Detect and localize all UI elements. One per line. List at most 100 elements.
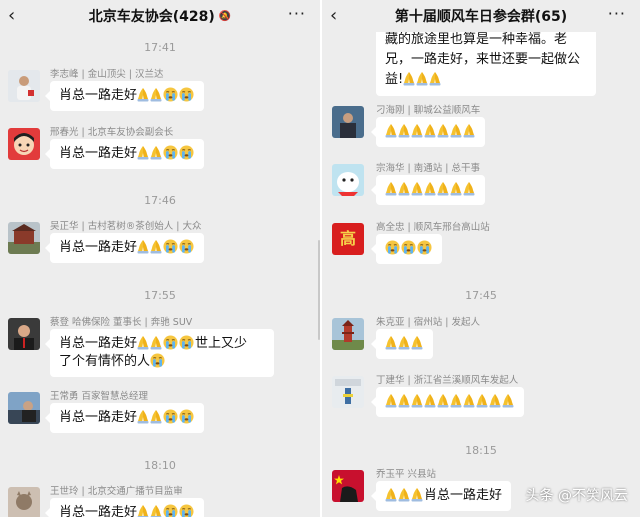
cry-emoji-icon — [179, 87, 194, 102]
cry-emoji-icon — [179, 335, 194, 350]
pray-emoji-icon — [150, 409, 162, 424]
pray-emoji-icon — [476, 393, 488, 408]
message-bubble[interactable] — [371, 234, 442, 264]
avatar[interactable] — [8, 392, 40, 424]
chat-title: 第十届顺风车日参会群(65) — [394, 9, 568, 25]
avatar[interactable]: 高 — [332, 223, 364, 255]
sender-name: 李志峰 | 金山顶尖 | 汉兰达 — [50, 69, 164, 80]
message-bubble[interactable] — [371, 329, 433, 359]
avatar[interactable] — [8, 487, 40, 517]
pray-emoji-icon — [398, 181, 410, 196]
left-chat-panel: ‹ 北京车友协会(428) 🔕 ··· 17:41 李志峰 | 金山顶尖 | 汉… — [0, 0, 320, 517]
pray-emoji-icon — [137, 239, 149, 254]
timestamp: 17:45 — [465, 289, 497, 302]
message-text: 肖总一路走好 — [59, 336, 138, 351]
sender-name: 朱克亚 | 宿州站 | 发起人 — [376, 317, 480, 328]
cry-emoji-icon — [150, 353, 165, 368]
pray-emoji-icon — [385, 123, 397, 138]
message-bubble[interactable]: 肖总一路走好 世上又少 了个有情怀的人 — [45, 329, 274, 377]
pray-emoji-icon — [150, 335, 162, 350]
message-text: 肖总一路走好 — [59, 505, 138, 517]
back-icon[interactable]: ‹ — [8, 6, 15, 26]
pray-emoji-icon — [450, 181, 462, 196]
pray-emoji-icon — [398, 123, 410, 138]
timestamp: 17:41 — [144, 41, 176, 54]
pray-emoji-icon — [450, 123, 462, 138]
avatar[interactable] — [332, 164, 364, 196]
pray-emoji-icon — [150, 145, 162, 160]
pray-emoji-icon — [398, 487, 410, 502]
sender-name: 刁海刚 | 聊城公益顺风车 — [376, 105, 481, 116]
pray-emoji-icon — [411, 487, 423, 502]
pray-emoji-icon — [411, 123, 423, 138]
cry-emoji-icon — [163, 504, 178, 517]
back-icon[interactable]: ‹ — [330, 6, 337, 26]
pray-emoji-icon — [398, 335, 410, 350]
pray-emoji-icon — [137, 87, 149, 102]
cry-emoji-icon — [179, 504, 194, 517]
pray-emoji-icon — [463, 123, 475, 138]
pray-emoji-icon — [437, 393, 449, 408]
pray-emoji-icon — [424, 181, 436, 196]
sender-name: 丁建华 | 浙江省兰溪顺风车发起人 — [376, 375, 519, 386]
pray-emoji-icon — [424, 393, 436, 408]
avatar[interactable] — [8, 70, 40, 102]
cry-emoji-icon — [179, 409, 194, 424]
avatar[interactable] — [332, 376, 364, 408]
left-chat-header: ‹ 北京车友协会(428) 🔕 ··· — [0, 0, 320, 32]
pray-emoji-icon — [137, 145, 149, 160]
cry-emoji-icon — [179, 239, 194, 254]
timestamp: 18:10 — [144, 459, 176, 472]
sender-name: 蔡登 哈佛保险 董事长 | 奔驰 SUV — [50, 317, 193, 328]
avatar[interactable] — [332, 106, 364, 138]
mute-icon: 🔕 — [218, 10, 232, 22]
message-bubble[interactable] — [371, 175, 485, 205]
message-bubble[interactable]: 肖总一路走好 — [44, 139, 205, 169]
pray-emoji-icon — [385, 393, 397, 408]
message-text: 兄，一路走好，来世还要一起做公 — [385, 52, 581, 67]
message-text: 肖总一路走好 — [59, 410, 138, 425]
pray-emoji-icon — [411, 181, 423, 196]
message-bubble[interactable]: 肖总一路走好 — [44, 403, 205, 433]
cry-emoji-icon — [385, 240, 400, 255]
message-bubble[interactable] — [371, 117, 485, 147]
cry-emoji-icon — [163, 87, 178, 102]
more-options-icon[interactable]: ··· — [608, 4, 626, 23]
pray-emoji-icon — [463, 393, 475, 408]
message-bubble[interactable]: 肖总一路走好 — [44, 233, 205, 263]
sender-name: 邢春光 | 北京车友协会副会长 — [50, 127, 174, 138]
pray-emoji-icon — [385, 181, 397, 196]
right-chat-panel: 藏的旅途里也算是一种幸福。老 兄，一路走好，来世还要一起做公 益! ‹ 第十届顺… — [322, 0, 640, 517]
cry-emoji-icon — [179, 145, 194, 160]
cry-emoji-icon — [163, 335, 178, 350]
message-bubble[interactable] — [371, 387, 524, 417]
pray-emoji-icon — [403, 71, 415, 86]
right-chat-header: ‹ 第十届顺风车日参会群(65) ··· — [322, 0, 640, 32]
timestamp: 18:15 — [465, 444, 497, 457]
pray-emoji-icon — [429, 71, 441, 86]
timestamp: 17:46 — [144, 194, 176, 207]
message-bubble[interactable]: 肖总一路走好 — [370, 481, 512, 511]
more-options-icon[interactable]: ··· — [288, 4, 306, 23]
avatar[interactable] — [332, 470, 364, 502]
avatar[interactable] — [332, 318, 364, 350]
pray-emoji-icon — [411, 393, 423, 408]
pray-emoji-icon — [489, 393, 501, 408]
pray-emoji-icon — [416, 71, 428, 86]
avatar[interactable] — [8, 318, 40, 350]
sender-name: 宗海华 | 南通站 | 总干事 — [376, 163, 480, 174]
pray-emoji-icon — [137, 504, 149, 517]
message-text: 肖总一路走好 — [59, 146, 138, 161]
message-text: 益! — [385, 72, 404, 87]
watermark: 头条 @不笑风云 — [525, 488, 628, 504]
pray-emoji-icon — [150, 504, 162, 517]
sender-name: 高全忠 | 顺风车邢台高山站 — [376, 222, 490, 233]
message-bubble[interactable]: 肖总一路走好 — [44, 81, 205, 111]
avatar[interactable] — [8, 222, 40, 254]
avatar[interactable] — [8, 128, 40, 160]
message-bubble[interactable]: 肖总一路走好 — [44, 498, 205, 517]
timestamp: 17:55 — [144, 289, 176, 302]
sender-name: 乔玉平 兴县站 — [376, 469, 437, 480]
message-text: 藏的旅途里也算是一种幸福。老 — [385, 32, 568, 47]
message-text: 了个有情怀的人 — [59, 354, 151, 369]
